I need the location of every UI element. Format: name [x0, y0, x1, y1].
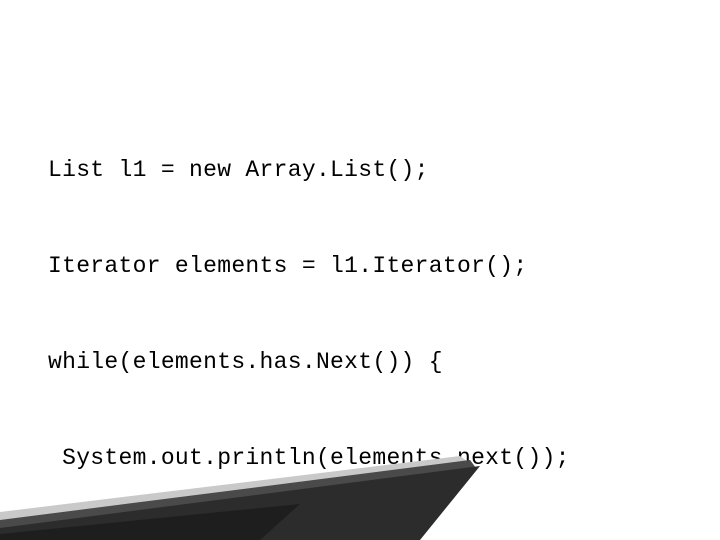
code-line: while(elements.has.Next()) { — [48, 346, 570, 378]
code-line: List l1 = new Array.List(); — [48, 154, 570, 186]
slide: List l1 = new Array.List(); Iterator ele… — [0, 0, 720, 540]
code-line: System.out.println(elements.next()); — [48, 442, 570, 474]
code-block: List l1 = new Array.List(); Iterator ele… — [48, 90, 570, 540]
code-line: Iterator elements = l1.Iterator(); — [48, 250, 570, 282]
